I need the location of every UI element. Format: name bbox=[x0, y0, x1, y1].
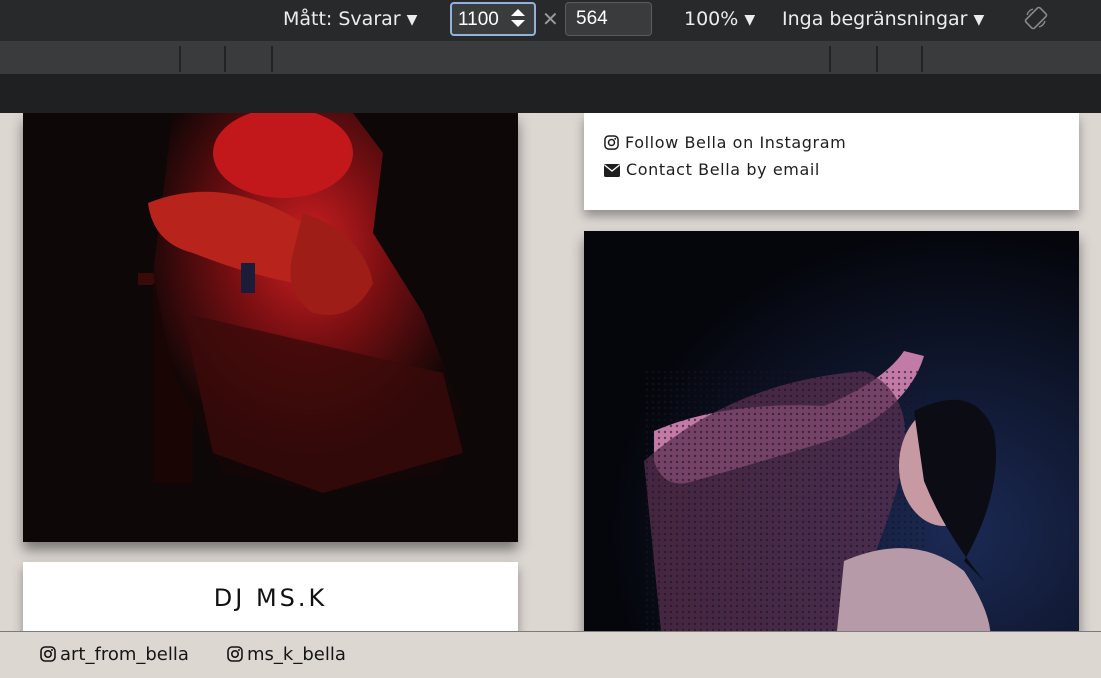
rotate-icon[interactable] bbox=[1024, 6, 1048, 30]
width-input[interactable]: 1100 bbox=[450, 2, 536, 36]
zoom-dropdown[interactable]: 100% ▼ bbox=[684, 0, 755, 40]
throttle-label: Inga begränsningar bbox=[782, 8, 968, 30]
device-dropdown[interactable]: Mått: Svarar ▼ bbox=[283, 0, 417, 40]
instagram-link[interactable]: Follow Bella on Instagram bbox=[604, 133, 846, 152]
ruler-strip bbox=[0, 74, 1101, 113]
height-value: 564 bbox=[576, 8, 608, 29]
media-query-bar[interactable] bbox=[0, 42, 1101, 74]
footer-link-label: ms_k_bella bbox=[247, 644, 346, 665]
instagram-icon bbox=[40, 646, 56, 662]
portrait-photo-red[interactable] bbox=[23, 113, 518, 542]
site-footer: art_from_bella ms_k_bella bbox=[0, 631, 1101, 678]
height-input[interactable]: 564 bbox=[565, 2, 652, 36]
mq-divider bbox=[921, 46, 923, 72]
device-label: Mått: Svarar bbox=[283, 8, 401, 30]
devtools-responsive-toolbar: Mått: Svarar ▼ 1100 ✕ 564 100% ▼ Inga begr… bbox=[0, 0, 1101, 42]
mq-divider bbox=[876, 46, 878, 72]
footer-link-ms-k-bella[interactable]: ms_k_bella bbox=[227, 644, 346, 665]
mq-divider bbox=[829, 46, 831, 72]
footer-link-label: art_from_bella bbox=[60, 644, 189, 665]
page-viewport[interactable]: DJ MS.K Follow Bella on Instagram Contac… bbox=[0, 113, 1101, 631]
times-icon: ✕ bbox=[542, 7, 559, 31]
contact-card: Follow Bella on Instagram Contact Bella … bbox=[584, 113, 1079, 210]
dropdown-caret-icon: ▼ bbox=[406, 12, 418, 28]
mq-divider bbox=[271, 46, 273, 72]
mq-divider bbox=[224, 46, 226, 72]
width-value: 1100 bbox=[458, 9, 499, 30]
email-link-label: Contact Bella by email bbox=[626, 160, 820, 179]
dropdown-caret-icon: ▼ bbox=[973, 12, 985, 28]
instagram-icon bbox=[604, 135, 619, 150]
email-link[interactable]: Contact Bella by email bbox=[604, 160, 820, 179]
instagram-link-label: Follow Bella on Instagram bbox=[625, 133, 847, 152]
footer-link-art-from-bella[interactable]: art_from_bella bbox=[40, 644, 189, 665]
instagram-icon bbox=[227, 646, 243, 662]
portrait-photo-blue[interactable] bbox=[584, 231, 1079, 631]
throttle-dropdown[interactable]: Inga begränsningar ▼ bbox=[782, 0, 984, 40]
dropdown-caret-icon: ▼ bbox=[744, 12, 756, 28]
mq-divider bbox=[179, 46, 181, 72]
zoom-label: 100% bbox=[684, 8, 739, 30]
envelope-icon bbox=[604, 164, 620, 177]
dj-card: DJ MS.K bbox=[23, 562, 518, 631]
card-title: DJ MS.K bbox=[213, 584, 328, 612]
stepper-icon[interactable] bbox=[511, 9, 525, 29]
